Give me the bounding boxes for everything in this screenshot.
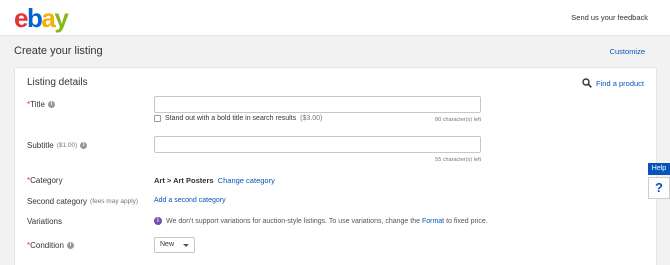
info-icon: i xyxy=(154,217,162,225)
condition-label: *Condition i xyxy=(27,241,74,250)
variations-message-text: We don't support variations for auction-… xyxy=(166,217,420,225)
page-header: Create your listing Customize xyxy=(0,36,670,66)
logo-letter-a: a xyxy=(41,3,55,33)
condition-label-text: Condition xyxy=(30,241,64,250)
info-icon[interactable]: i xyxy=(66,242,74,249)
subtitle-input[interactable] xyxy=(154,136,481,153)
info-icon[interactable]: i xyxy=(47,101,55,108)
bold-title-option[interactable]: Stand out with a bold title in search re… xyxy=(154,115,322,122)
title-input[interactable] xyxy=(154,96,481,113)
subtitle-label: Subtitle ($1.00) i xyxy=(27,141,88,150)
find-product-label: Find a product xyxy=(596,78,644,88)
subtitle-label-text: Subtitle xyxy=(27,141,54,150)
find-product-link[interactable]: Find a product xyxy=(582,78,644,88)
logo-letter-y: y xyxy=(54,3,68,33)
help-question-icon[interactable]: ? xyxy=(648,177,670,199)
format-link[interactable]: Format xyxy=(422,218,444,225)
bold-title-price: ($3.00) xyxy=(300,115,323,122)
top-bar: ebay Send us your feedback xyxy=(0,0,670,36)
info-icon[interactable]: i xyxy=(80,142,88,149)
condition-select[interactable]: New xyxy=(154,237,195,253)
title-label: *Title i xyxy=(27,100,55,109)
condition-selected-value: New xyxy=(160,241,175,248)
feedback-link[interactable]: Send us your feedback xyxy=(571,13,648,22)
second-category-label: Second category (fees may apply) xyxy=(27,197,138,206)
logo-letter-b: b xyxy=(26,3,43,33)
page-title: Create your listing xyxy=(14,45,103,57)
listing-details-panel: Listing details Find a product *Title i … xyxy=(14,67,657,265)
subtitle-char-counter: 55 character(s) left xyxy=(435,157,481,163)
title-label-text: Title xyxy=(30,100,45,109)
fees-note: (fees may apply) xyxy=(90,198,139,205)
category-label: *Category xyxy=(27,176,63,185)
title-char-counter: 80 character(s) left xyxy=(435,117,481,123)
search-icon xyxy=(582,78,592,88)
help-tab[interactable]: Help xyxy=(648,163,670,175)
category-value: Art > Art Posters Change category xyxy=(154,176,275,185)
customize-link[interactable]: Customize xyxy=(610,47,645,56)
chevron-down-icon xyxy=(183,244,189,247)
variations-label-text: Variations xyxy=(27,217,62,226)
ebay-logo[interactable]: ebay xyxy=(14,3,69,33)
variations-message-end: to fixed price. xyxy=(446,217,488,225)
change-category-link[interactable]: Change category xyxy=(218,176,275,185)
logo-letter-e: e xyxy=(14,3,28,33)
section-title: Listing details xyxy=(27,77,88,88)
subtitle-price: ($1.00) xyxy=(56,142,78,149)
variations-label: Variations xyxy=(27,217,62,226)
variations-message: i We don't support variations for auctio… xyxy=(154,217,488,225)
add-second-category-link[interactable]: Add a second category xyxy=(154,197,226,204)
category-label-text: Category xyxy=(30,176,63,185)
second-category-label-text: Second category xyxy=(27,197,88,206)
bold-title-label: Stand out with a bold title in search re… xyxy=(165,115,297,122)
bold-title-checkbox[interactable] xyxy=(154,115,161,122)
category-path: Art > Art Posters xyxy=(154,176,214,185)
